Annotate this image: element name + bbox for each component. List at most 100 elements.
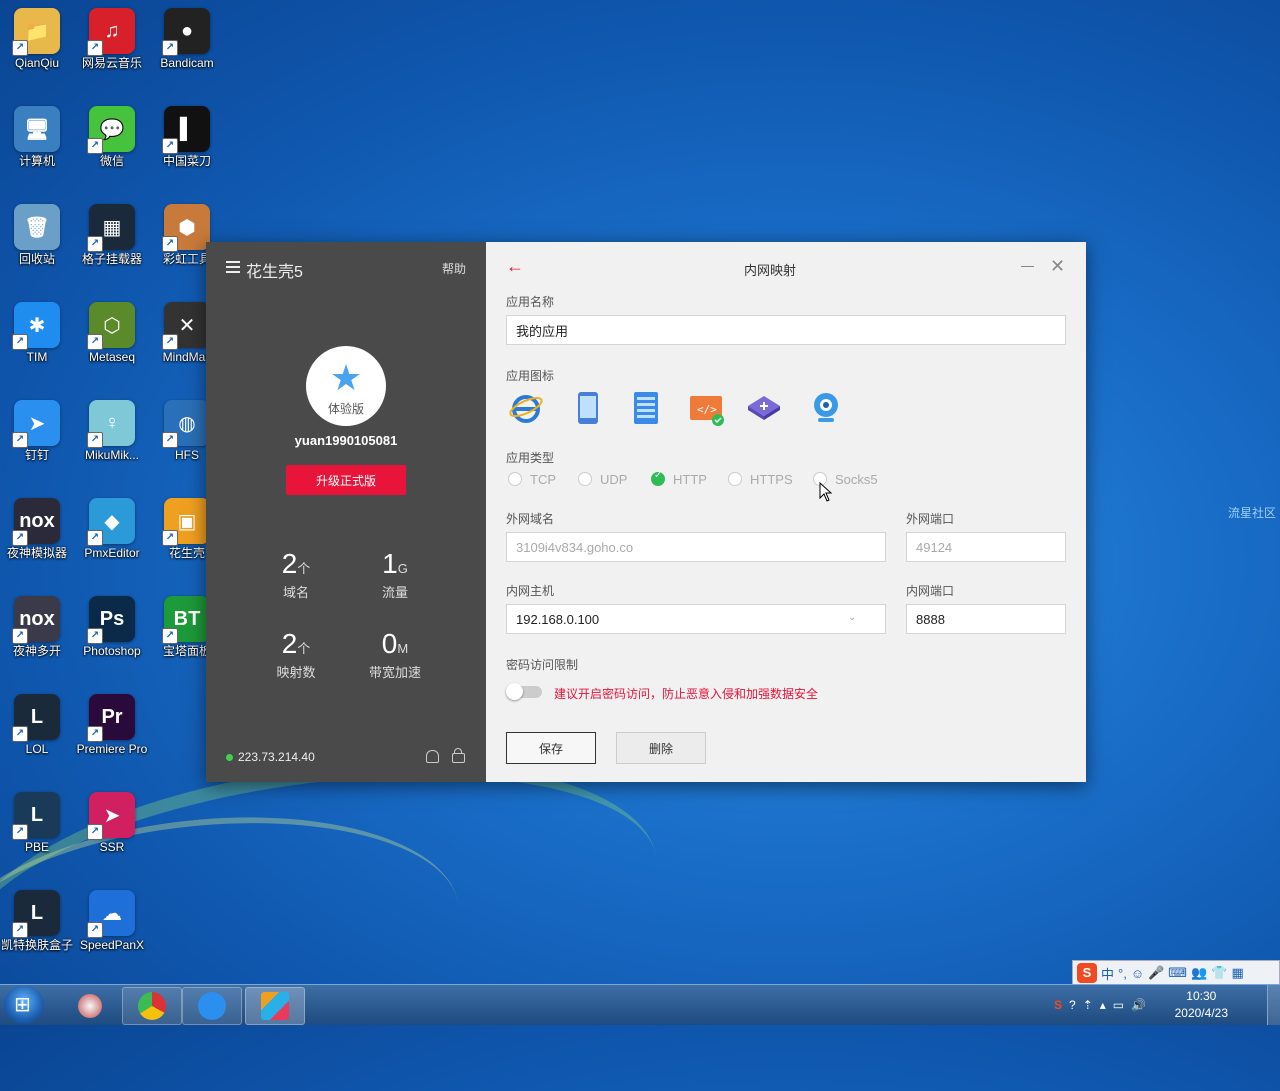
help-icon[interactable]: ? [1069, 998, 1076, 1012]
desktop-icon[interactable]: 📁 ↗ QianQiu [0, 0, 74, 71]
monitor-icon[interactable]: ▭ [1113, 998, 1124, 1012]
desktop-icon[interactable]: ♀ ↗ MikuMik... [75, 392, 149, 463]
desktop-icon-label: 凯特换肤盒子 [0, 938, 73, 952]
desktop-icon[interactable]: ● ↗ Bandicam [150, 0, 224, 71]
bell-icon[interactable] [426, 750, 439, 763]
radio-https[interactable]: HTTPS [728, 472, 793, 487]
taskbar-oray[interactable] [245, 987, 305, 1025]
help-link[interactable]: 帮助 [442, 260, 466, 277]
desktop-icon[interactable]: ➤ ↗ 钉钉 [0, 392, 74, 463]
paint-icon [78, 994, 102, 1018]
user-icon[interactable]: 👥 [1191, 965, 1207, 981]
shortcut-arrow-icon: ↗ [87, 726, 103, 742]
desktop-icon[interactable]: ✱ ↗ TIM [0, 294, 74, 365]
close-icon[interactable]: ✕ [1050, 256, 1065, 277]
minimize-icon[interactable] [1021, 266, 1034, 267]
desktop-icon[interactable]: 🗑 回收站 [0, 196, 74, 267]
app-icon-label: 应用图标 [506, 369, 555, 383]
upgrade-button[interactable]: 升级正式版 [286, 465, 406, 495]
shortcut-arrow-icon: ↗ [87, 824, 103, 840]
desktop-icon[interactable]: Pr ↗ Premiere Pro [75, 686, 149, 757]
radio-udp[interactable]: UDP [578, 472, 627, 487]
radio-http[interactable]: HTTP [651, 470, 707, 487]
int-port-input[interactable] [906, 604, 1066, 634]
app-icon: ⬢ ↗ [162, 204, 210, 252]
desktop-icon[interactable]: 🖥 计算机 [0, 98, 74, 169]
radio-checked-icon [651, 470, 665, 486]
radio-circle [508, 472, 522, 486]
app-icon: nox ↗ [12, 498, 60, 546]
desktop-icon[interactable]: nox ↗ 夜神模拟器 [0, 490, 74, 561]
delete-button[interactable]: 删除 [616, 732, 706, 764]
punctuation-icon[interactable]: °, [1118, 966, 1127, 981]
avatar[interactable]: ★ 体验版 [306, 346, 386, 426]
ext-domain-input[interactable] [506, 532, 886, 562]
network-icon[interactable]: ⇡ [1083, 998, 1093, 1012]
stat-traffic[interactable]: 1G 流量 [345, 548, 445, 601]
int-host-select[interactable] [506, 604, 886, 634]
taskbar-dingtalk[interactable] [182, 987, 242, 1025]
desktop-icon[interactable]: ☁ ↗ SpeedPanX [75, 882, 149, 953]
app-name-input[interactable] [506, 315, 1066, 345]
keyboard-icon[interactable]: ⌨ [1168, 965, 1187, 981]
desktop-icon[interactable]: 💬 ↗ 微信 [75, 98, 149, 169]
mouse-cursor-icon [819, 482, 833, 502]
app-icon: ☁ ↗ [87, 890, 135, 938]
stat-domains[interactable]: 2个 域名 [246, 548, 346, 601]
phone-icon[interactable] [570, 390, 606, 426]
mic-icon[interactable]: 🎤 [1148, 965, 1164, 981]
desktop-icon[interactable]: ➤ ↗ SSR [75, 784, 149, 855]
app-icon: nox ↗ [12, 596, 60, 644]
web-code-icon[interactable]: </> [688, 390, 724, 426]
start-button[interactable] [4, 986, 44, 1024]
emoji-icon[interactable]: ☺ [1131, 966, 1144, 981]
volume-icon[interactable]: 🔊 [1131, 998, 1146, 1012]
app-icon: ✱ ↗ [12, 302, 60, 350]
stat-mappings[interactable]: 2个 映射数 [246, 628, 346, 681]
save-button[interactable]: 保存 [506, 732, 596, 764]
ext-domain-label: 外网域名 [506, 512, 555, 526]
radio-tcp[interactable]: TCP [508, 472, 556, 487]
lock-icon[interactable] [452, 748, 465, 763]
system-tray: S ? ⇡ ▴ ▭ 🔊 [1054, 985, 1146, 1025]
camera-icon[interactable] [808, 390, 844, 426]
desktop-icon[interactable]: L ↗ PBE [0, 784, 74, 855]
desktop-icon-label: 网易云音乐 [81, 56, 142, 70]
sogou-icon[interactable]: S [1077, 963, 1097, 983]
desktop-icon-label: MikuMik... [85, 448, 139, 462]
desktop-icon-label: PBE [24, 840, 49, 854]
desktop-icon[interactable]: L ↗ LOL [0, 686, 74, 757]
ime-toolbar[interactable]: S 中 °, ☺ 🎤 ⌨ 👥 👕 ▦ [1072, 960, 1280, 986]
server-icon[interactable] [628, 390, 664, 426]
grid-icon[interactable]: ▦ [1231, 965, 1243, 981]
ie-icon[interactable] [508, 390, 544, 426]
brand-title: 花生壳5 [246, 264, 303, 281]
show-desktop-button[interactable] [1267, 985, 1280, 1025]
app-icon: ♀ ↗ [87, 400, 135, 448]
desktop-icon[interactable]: ♫ ↗ 网易云音乐 [75, 0, 149, 71]
router-icon[interactable] [746, 390, 782, 426]
desktop-icon[interactable]: ⬡ ↗ Metaseq [75, 294, 149, 365]
pwd-label: 密码访问限制 [506, 658, 579, 672]
show-hidden-icon[interactable]: ▴ [1100, 998, 1106, 1012]
taskbar-chrome[interactable] [122, 987, 182, 1025]
shortcut-arrow-icon: ↗ [87, 432, 103, 448]
taskbar-paint[interactable] [60, 987, 120, 1025]
shortcut-arrow-icon: ↗ [162, 334, 178, 350]
sogou-tray-icon[interactable]: S [1054, 998, 1062, 1012]
stat-bandwidth[interactable]: 0M 带宽加速 [345, 628, 445, 681]
desktop-icon[interactable]: ▦ ↗ 格子挂载器 [75, 196, 149, 267]
ext-port-input[interactable] [906, 532, 1066, 562]
clock[interactable]: 10:30 2020/4/23 [1175, 988, 1228, 1022]
menu-icon[interactable] [226, 261, 240, 273]
desktop-icon[interactable]: ◆ ↗ PmxEditor [75, 490, 149, 561]
ime-mode[interactable]: 中 [1101, 964, 1114, 983]
desktop-icon[interactable]: L ↗ 凯特换肤盒子 [0, 882, 74, 953]
desktop-icon[interactable]: ▌ ↗ 中国菜刀 [150, 98, 224, 169]
pwd-toggle[interactable] [506, 683, 542, 700]
shortcut-arrow-icon: ↗ [12, 432, 28, 448]
skin-icon[interactable]: 👕 [1211, 965, 1227, 981]
desktop-icon[interactable]: Ps ↗ Photoshop [75, 588, 149, 659]
chevron-down-icon[interactable]: ⌄ [848, 612, 856, 623]
desktop-icon[interactable]: nox ↗ 夜神多开 [0, 588, 74, 659]
